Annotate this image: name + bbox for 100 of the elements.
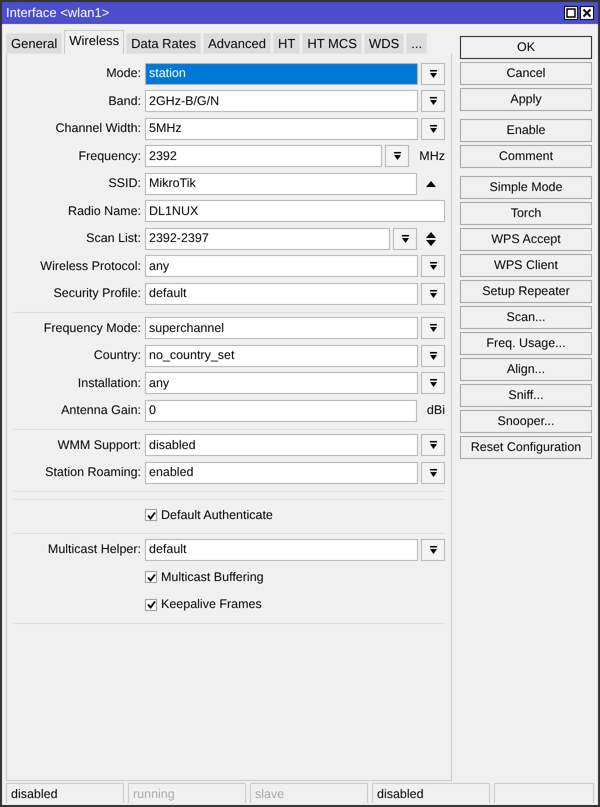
window-title: Interface <wlan1> bbox=[6, 4, 110, 22]
dialog-button[interactable]: Simple Mode bbox=[460, 176, 592, 199]
dropdown-field[interactable]: station bbox=[145, 62, 418, 85]
dropdown-arrow-icon bbox=[428, 324, 438, 332]
field-label: SSID: bbox=[107, 175, 142, 192]
dialog-button[interactable]: Torch bbox=[460, 202, 592, 225]
dropdown-button[interactable] bbox=[421, 317, 445, 340]
tab[interactable]: HT MCS bbox=[302, 33, 362, 54]
dialog-button[interactable]: Comment bbox=[460, 145, 592, 168]
field-label: Scan List: bbox=[85, 230, 142, 248]
checkmark-icon bbox=[146, 572, 156, 582]
dropdown-arrow-icon bbox=[428, 290, 438, 298]
status-text: slave bbox=[250, 783, 368, 803]
input-field[interactable]: DL1NUX bbox=[145, 200, 445, 222]
field-label: Country: bbox=[92, 347, 142, 364]
maximize-icon[interactable] bbox=[564, 6, 578, 20]
checkbox-label: Default Authenticate bbox=[161, 506, 273, 524]
dropdown-button[interactable] bbox=[393, 228, 417, 250]
collapse-arrow-icon[interactable] bbox=[426, 180, 436, 187]
checkbox[interactable] bbox=[145, 509, 157, 522]
field-label: Channel Width: bbox=[54, 120, 142, 138]
dropdown-arrow-icon bbox=[428, 468, 438, 477]
dropdown-button[interactable] bbox=[421, 282, 445, 305]
tab[interactable]: Data Rates bbox=[126, 33, 202, 54]
status-text: disabled bbox=[6, 783, 124, 803]
input-field[interactable]: 2392-2397 bbox=[145, 228, 390, 250]
dropdown-button[interactable] bbox=[421, 118, 445, 140]
dropdown-arrow-icon bbox=[392, 152, 402, 160]
checkbox-label: Keepalive Frames bbox=[161, 596, 262, 614]
field-label: Wireless Protocol: bbox=[39, 258, 142, 275]
checkbox[interactable] bbox=[145, 598, 157, 611]
dialog-button[interactable]: Sniff... bbox=[460, 384, 592, 407]
dropdown-field[interactable]: default bbox=[145, 538, 418, 561]
dropdown-button[interactable] bbox=[421, 255, 445, 278]
dialog-button[interactable]: Align... bbox=[460, 358, 592, 381]
dropdown-field[interactable]: any bbox=[145, 255, 418, 278]
dropdown-arrow-icon bbox=[428, 262, 438, 270]
field-label: Mode: bbox=[105, 65, 142, 82]
field-label: Frequency: bbox=[77, 148, 142, 165]
dialog-button[interactable]: WPS Accept bbox=[460, 228, 592, 251]
field-label: Radio Name: bbox=[67, 202, 142, 220]
dropdown-field[interactable]: 2392 bbox=[145, 145, 382, 168]
dropdown-arrow-icon bbox=[400, 234, 410, 243]
dropdown-arrow-icon bbox=[428, 441, 438, 450]
checkbox-label: Multicast Buffering bbox=[161, 568, 264, 586]
dropdown-arrow-icon bbox=[428, 70, 438, 78]
dropdown-field[interactable]: disabled bbox=[145, 434, 418, 456]
checkbox[interactable] bbox=[145, 571, 157, 584]
unit-label: dBi bbox=[426, 402, 445, 420]
input-field[interactable]: 0 bbox=[145, 400, 417, 422]
dropdown-button[interactable] bbox=[421, 90, 445, 112]
dropdown-button[interactable] bbox=[421, 538, 445, 561]
dialog-button[interactable]: Cancel bbox=[460, 62, 592, 85]
dropdown-field[interactable]: 2GHz-B/G/N bbox=[145, 90, 418, 112]
dialog-button[interactable]: Freq. Usage... bbox=[460, 332, 592, 355]
dialog-button[interactable]: WPS Client bbox=[460, 254, 592, 277]
status-text: disabled bbox=[372, 783, 490, 803]
dropdown-field[interactable]: no_country_set bbox=[145, 344, 418, 367]
field-label: Frequency Mode: bbox=[42, 320, 142, 337]
checkmark-icon bbox=[146, 510, 156, 520]
input-field[interactable]: MikroTik bbox=[145, 172, 417, 195]
tab[interactable]: Advanced bbox=[203, 33, 271, 54]
dropdown-field[interactable]: superchannel bbox=[145, 317, 418, 340]
tab[interactable]: Wireless bbox=[64, 30, 124, 54]
dialog-button[interactable]: Apply bbox=[460, 88, 592, 111]
close-icon[interactable] bbox=[580, 6, 594, 20]
add-remove-arrows-icon[interactable] bbox=[426, 232, 436, 246]
tab[interactable]: General bbox=[6, 33, 62, 54]
field-label: Band: bbox=[107, 92, 142, 110]
dialog-button[interactable]: OK bbox=[460, 36, 592, 59]
tab[interactable]: WDS bbox=[364, 33, 404, 54]
dropdown-field[interactable]: enabled bbox=[145, 462, 418, 484]
dropdown-arrow-icon bbox=[428, 124, 438, 133]
field-label: Security Profile: bbox=[52, 285, 142, 302]
dialog-button[interactable]: Enable bbox=[460, 119, 592, 142]
field-label: Multicast Helper: bbox=[46, 541, 142, 558]
dropdown-field[interactable]: 5MHz bbox=[145, 118, 418, 140]
dropdown-arrow-icon bbox=[428, 97, 438, 106]
dropdown-arrow-icon bbox=[428, 379, 438, 388]
unit-label: MHz bbox=[419, 148, 445, 165]
dropdown-button[interactable] bbox=[421, 462, 445, 484]
tab[interactable]: ... bbox=[406, 33, 428, 54]
dropdown-button[interactable] bbox=[421, 434, 445, 456]
dropdown-field[interactable]: default bbox=[145, 282, 418, 305]
checkmark-icon bbox=[146, 600, 156, 610]
tab[interactable]: HT bbox=[272, 33, 300, 54]
dropdown-button[interactable] bbox=[385, 145, 410, 168]
dropdown-arrow-icon bbox=[428, 546, 438, 554]
dialog-button[interactable]: Setup Repeater bbox=[460, 280, 592, 303]
dialog-button[interactable]: Snooper... bbox=[460, 410, 592, 433]
dropdown-field[interactable]: any bbox=[145, 372, 418, 394]
dropdown-button[interactable] bbox=[421, 62, 445, 85]
dialog-button[interactable]: Reset Configuration bbox=[460, 436, 592, 459]
dialog-button[interactable]: Scan... bbox=[460, 306, 592, 329]
status-text: running bbox=[128, 783, 246, 803]
field-label: WMM Support: bbox=[56, 436, 142, 454]
field-label: Antenna Gain: bbox=[60, 402, 142, 420]
dropdown-button[interactable] bbox=[421, 344, 445, 367]
dropdown-button[interactable] bbox=[421, 372, 445, 394]
field-label: Station Roaming: bbox=[44, 464, 142, 482]
